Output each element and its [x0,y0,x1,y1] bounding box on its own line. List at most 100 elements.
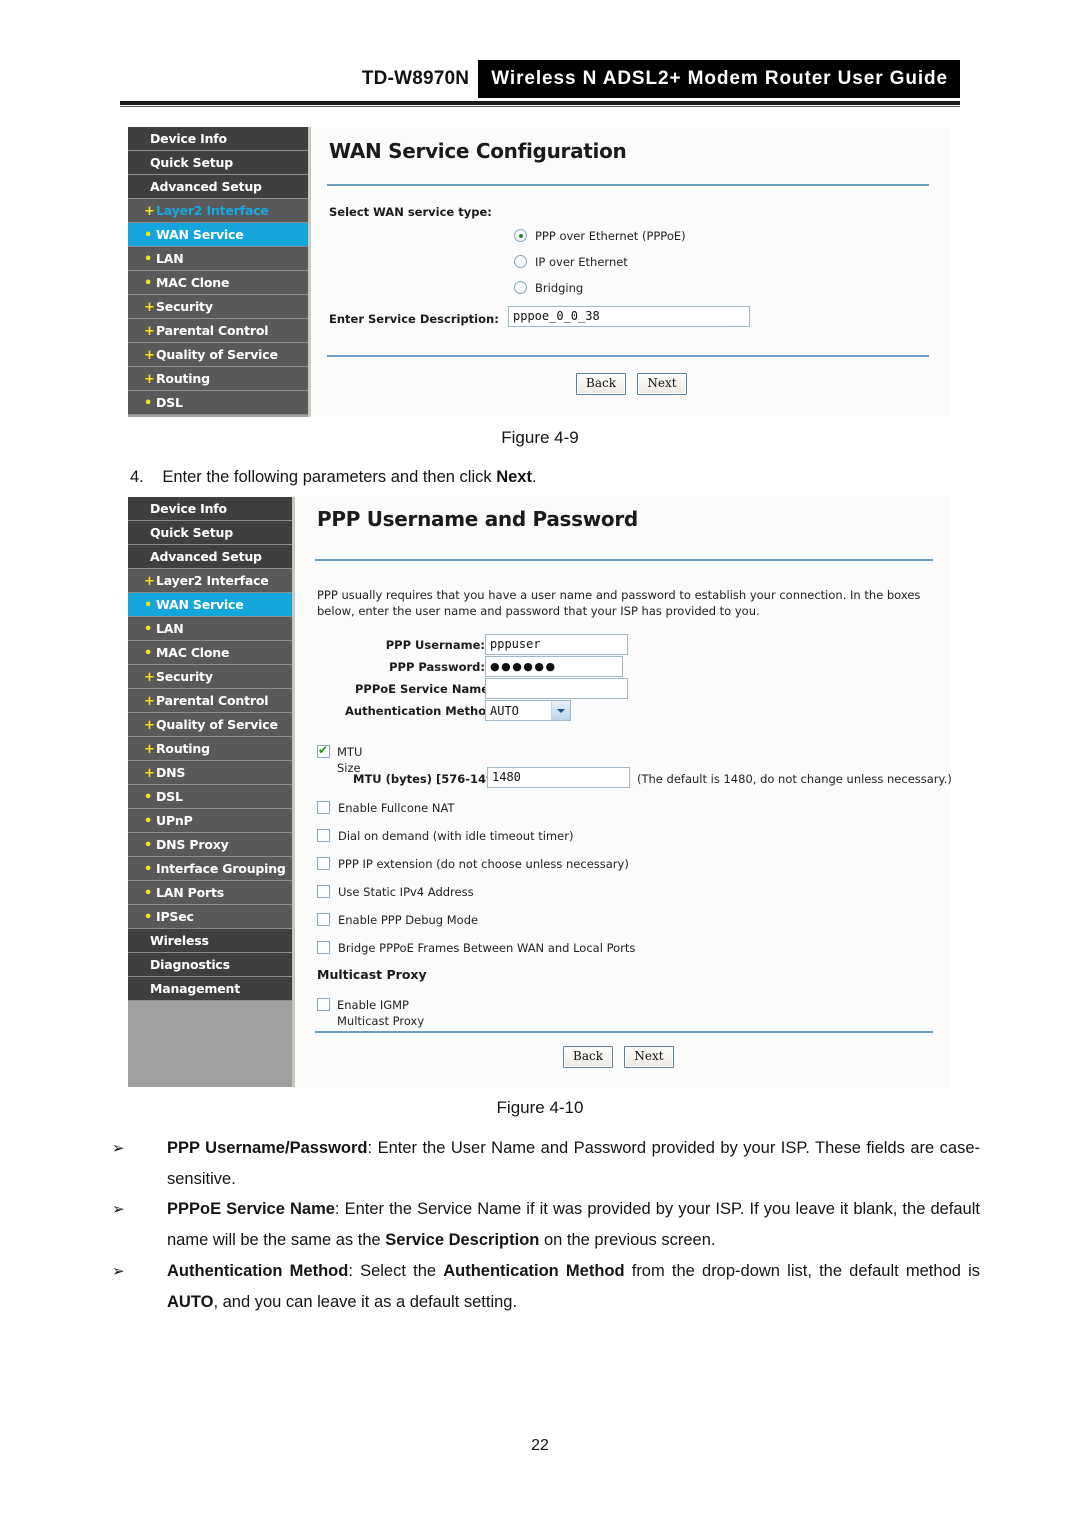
ppp-password-input[interactable]: ●●●●●● [485,656,623,677]
option-row-ppp-ip-extension-do-not-choose-unless-ne[interactable]: PPP IP extension (do not choose unless n… [317,855,635,883]
sidebar-item-label: Quality of Service [156,347,278,362]
authentication-method-select[interactable]: AUTO [485,700,571,721]
sidebar-item-dsl[interactable]: • DSL [128,785,292,809]
radio-bridging[interactable] [514,281,527,294]
sidebar-item-routing[interactable]: +Routing [128,737,292,761]
option-row-enable-fullcone-nat[interactable]: Enable Fullcone NAT [317,799,635,827]
sidebar-item-label: UPnP [156,813,193,828]
product-model: TD-W8970N [361,68,470,89]
radio-ip-over-ethernet[interactable] [514,255,527,268]
sidebar-item-upnp[interactable]: • UPnP [128,809,292,833]
sidebar-item-routing[interactable]: +Routing [128,367,308,391]
checkbox-bridge-pppoe-frames-between-wan-and-loca[interactable] [317,941,330,954]
sidebar-item-label: LAN Ports [156,885,224,900]
sidebar-item-label: DSL [156,789,183,804]
checkbox-use-static-ipv4-address[interactable] [317,885,330,898]
sidebar-item-label: WAN Service [156,597,244,612]
radio-ppp-over-ethernet-pppoe-[interactable] [514,229,527,242]
back-button[interactable]: Back [576,373,626,395]
checkbox-label: Bridge PPPoE Frames Between WAN and Loca… [338,941,636,955]
sidebar-item-parental-control[interactable]: +Parental Control [128,319,308,343]
bullet-arrow-icon: ➢ [112,1201,125,1218]
service-description-input[interactable]: pppoe_0_0_38 [508,306,750,327]
sidebar-item-security[interactable]: +Security [128,295,308,319]
router-sidebar-nav[interactable]: Device Info Quick Setup Advanced Setup +Lay… [128,127,311,417]
sidebar-item-mac-clone[interactable]: • MAC Clone [128,271,308,295]
sidebar-item-diagnostics[interactable]: Diagnostics [128,953,292,977]
panel-title: WAN Service Configuration [329,139,627,163]
radio-row-ppp-over-ethernet-pppoe-[interactable]: PPP over Ethernet (PPPoE) [514,227,686,253]
checkbox-enable-ppp-debug-mode[interactable] [317,913,330,926]
sidebar-item-dsl[interactable]: • DSL [128,391,308,415]
ppp-username-input[interactable]: pppuser [485,634,628,655]
bullet-dot-icon: • [144,814,153,829]
sidebar-item-advanced-setup[interactable]: Advanced Setup [128,545,292,569]
sidebar-item-advanced-setup[interactable]: Advanced Setup [128,175,308,199]
sidebar-item-layer2-interface[interactable]: +Layer2 Interface [128,199,308,223]
next-button-2[interactable]: Next [624,1046,674,1068]
option-row-use-static-ipv4-address[interactable]: Use Static IPv4 Address [317,883,635,911]
sidebar-item-mac-clone[interactable]: • MAC Clone [128,641,292,665]
ppp-options-checkbox-group[interactable]: Enable Fullcone NAT Dial on demand (with … [317,799,635,967]
mtu-bytes-input[interactable]: 1480 [487,767,630,788]
sidebar-item-label: Security [156,669,213,684]
expand-plus-icon: + [144,766,155,781]
sidebar-item-lan-ports[interactable]: • LAN Ports [128,881,292,905]
radio-row-ip-over-ethernet[interactable]: IP over Ethernet [514,253,686,279]
sidebar-item-ipsec[interactable]: • IPSec [128,905,292,929]
sidebar-item-security[interactable]: +Security [128,665,292,689]
checkbox-label: Use Static IPv4 Address [338,885,474,899]
sidebar-item-parental-control[interactable]: +Parental Control [128,689,292,713]
sidebar-item-quick-setup[interactable]: Quick Setup [128,151,308,175]
mtu-size-checkbox[interactable] [317,743,330,758]
back-button-2[interactable]: Back [563,1046,613,1068]
bullet-text: Authentication Method: Select the Authen… [167,1262,981,1311]
sidebar-item-wan-service[interactable]: • WAN Service [128,593,292,617]
authentication-method-value: AUTO [490,703,519,718]
sidebar-item-lan[interactable]: • LAN [128,247,308,271]
sidebar-item-wan-service[interactable]: • WAN Service [128,223,308,247]
sidebar-item-label: IPSec [156,909,194,924]
figure-4-10-caption: Figure 4-10 [496,1098,584,1117]
sidebar-item-device-info[interactable]: Device Info [128,127,308,151]
sidebar-item-dns[interactable]: +DNS [128,761,292,785]
sidebar-item-interface-grouping[interactable]: • Interface Grouping [128,857,292,881]
sidebar-item-layer2-interface[interactable]: +Layer2 Interface [128,569,292,593]
sidebar-item-device-info[interactable]: Device Info [128,497,292,521]
sidebar-item-dns-proxy[interactable]: • DNS Proxy [128,833,292,857]
checkbox-label: Enable Fullcone NAT [338,801,455,815]
expand-plus-icon: + [144,742,155,757]
option-row-bridge-pppoe-frames-between-wan-and-loca[interactable]: Bridge PPPoE Frames Between WAN and Loca… [317,939,635,967]
pppoe-service-name-input[interactable] [485,678,628,699]
sidebar-item-wireless[interactable]: Wireless [128,929,292,953]
chevron-down-icon[interactable] [551,701,570,720]
checkbox-enable-fullcone-nat[interactable] [317,801,330,814]
expand-plus-icon: + [144,694,155,709]
option-row-enable-ppp-debug-mode[interactable]: Enable PPP Debug Mode [317,911,635,939]
enable-igmp-multicast-proxy-checkbox[interactable] [317,998,330,1011]
bullet-dot-icon: • [144,276,153,291]
router-sidebar-nav-2[interactable]: Device Info Quick Setup Advanced Setup +Lay… [128,497,295,1087]
sidebar-item-label: Management [150,981,241,996]
multicast-proxy-heading: Multicast Proxy [317,967,427,982]
authentication-method-label: Authentication Method: [345,704,499,718]
sidebar-item-quality-of-service[interactable]: +Quality of Service [128,343,308,367]
wan-service-type-radio-group[interactable]: PPP over Ethernet (PPPoE) IP over Etherne… [514,227,686,305]
select-wan-service-type-label: Select WAN service type: [329,205,492,219]
bullet-arrow-icon: ➢ [112,1263,125,1280]
sidebar-item-lan[interactable]: • LAN [128,617,292,641]
bullet-dot-icon: • [144,910,153,925]
sidebar-item-management[interactable]: Management [128,977,292,1001]
option-row-dial-on-demand-with-idle-timeout-timer-[interactable]: Dial on demand (with idle timeout timer) [317,827,635,855]
next-button[interactable]: Next [637,373,687,395]
radio-row-bridging[interactable]: Bridging [514,279,686,305]
sidebar-item-quality-of-service[interactable]: +Quality of Service [128,713,292,737]
checkbox-ppp-ip-extension-do-not-choose-unless-ne[interactable] [317,857,330,870]
bullet-dot-icon: • [144,886,153,901]
sidebar-item-quick-setup[interactable]: Quick Setup [128,521,292,545]
sidebar-item-label: Quick Setup [150,155,233,170]
sidebar-item-label: Parental Control [156,693,269,708]
checkbox-dial-on-demand-with-idle-timeout-timer-[interactable] [317,829,330,842]
bullet-dot-icon: • [144,622,153,637]
header-rule-thin [120,106,960,107]
